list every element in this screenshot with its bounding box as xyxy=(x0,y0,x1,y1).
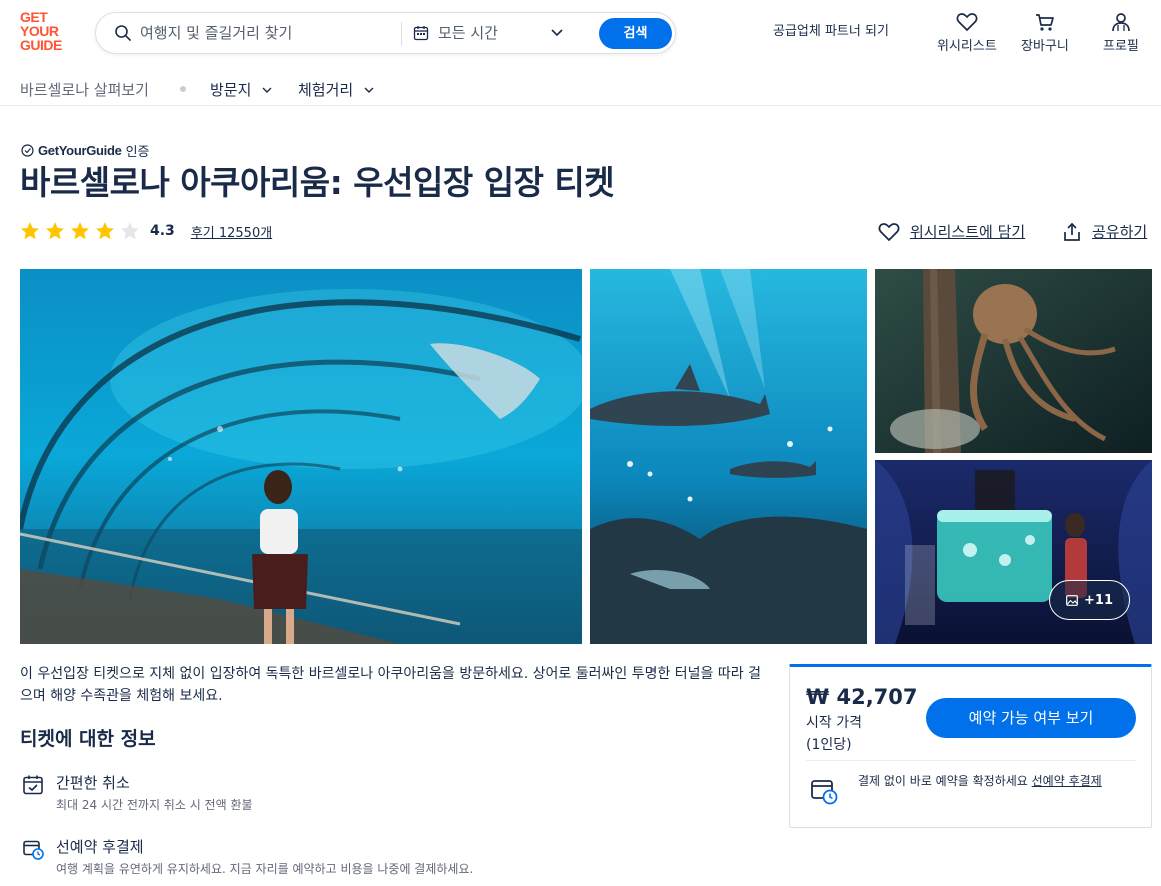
calendar-check-icon xyxy=(23,775,43,795)
rating-stars xyxy=(20,221,145,241)
logo-line-3: GUIDE xyxy=(20,37,62,53)
things-label: 체험거리 xyxy=(298,81,354,99)
ticket-info-heading: 티켓에 대한 정보 xyxy=(20,728,156,750)
star-empty-icon xyxy=(121,222,139,240)
share-icon xyxy=(1064,222,1080,241)
rating-value: 4.3 xyxy=(150,223,175,239)
photo-gallery xyxy=(20,269,1152,644)
chevron-down-icon[interactable] xyxy=(551,28,563,38)
pay-later-text: 결제 없이 바로 예약을 확정하세요 선예약 후결제 xyxy=(858,771,1138,791)
sub-navigation: 바르셀로나 살펴보기 방문지 체험거리 xyxy=(0,66,1161,106)
shark-photo[interactable] xyxy=(590,269,867,644)
explore-barcelona-link[interactable]: 바르셀로나 살펴보기 xyxy=(20,79,149,100)
search-divider xyxy=(401,22,402,46)
booking-card: ₩ 42,707 시작 가격 (1인당) 예약 가능 여부 보기 결제 없이 바… xyxy=(789,664,1152,828)
more-photos-count: +11 xyxy=(1084,592,1113,608)
rating-row: 4.3 후기 12550개 xyxy=(20,221,272,241)
feature-subtitle: 여행 계획을 유연하게 유지하세요. 지금 자리를 예약하고 비용을 나중에 결… xyxy=(56,862,474,876)
search-input[interactable]: 여행지 및 즐길거리 찾기 xyxy=(140,22,292,44)
feature-title: 선예약 후결제 xyxy=(56,838,144,856)
price-label-from: 시작 가격 xyxy=(806,715,862,731)
cart-label: 장바구니 xyxy=(1021,39,1069,54)
profile-label: 프로필 xyxy=(1103,39,1139,54)
star-filled-icon xyxy=(21,222,39,240)
logo-line-1: GET xyxy=(20,9,48,25)
page-title: 바르셀로나 아쿠아리움: 우선입장 입장 티켓 xyxy=(20,163,615,202)
chevron-down-icon xyxy=(364,87,374,93)
chevron-down-icon xyxy=(262,87,272,93)
octopus-photo[interactable] xyxy=(875,269,1152,453)
cart-nav[interactable]: 장바구니 xyxy=(1021,12,1069,54)
add-to-wishlist-button[interactable]: 위시리스트에 담기 xyxy=(878,221,1025,242)
pay-later-description: 결제 없이 바로 예약을 확정하세요 xyxy=(858,774,1032,788)
feature-subtitle: 최대 24 시간 전까지 취소 시 전액 환불 xyxy=(56,798,253,812)
feature-title: 간편한 취소 xyxy=(56,774,130,792)
certified-check-icon xyxy=(21,144,34,157)
price-label-per-person: (1인당) xyxy=(806,737,852,753)
profile-icon xyxy=(1112,13,1130,32)
search-icon xyxy=(115,25,131,41)
places-menu[interactable]: 방문지 xyxy=(210,79,272,100)
heart-icon xyxy=(956,13,978,32)
things-menu[interactable]: 체험거리 xyxy=(298,79,374,100)
certified-brand: GetYourGuide xyxy=(38,143,122,158)
more-photos-button[interactable]: +11 xyxy=(1049,580,1130,620)
star-filled-icon xyxy=(96,222,114,240)
check-availability-button[interactable]: 예약 가능 여부 보기 xyxy=(926,698,1136,738)
star-filled-icon xyxy=(46,222,64,240)
separator-dot xyxy=(180,86,186,92)
wishlist-label: 위시리스트 xyxy=(937,39,997,54)
cart-icon xyxy=(1035,14,1054,31)
places-label: 방문지 xyxy=(210,81,252,99)
share-button[interactable]: 공유하기 xyxy=(1062,221,1147,242)
calendar-clock-icon xyxy=(811,780,838,805)
image-icon xyxy=(1066,594,1078,606)
reviews-link[interactable]: 후기 12550개 xyxy=(191,222,272,241)
wishlist-nav[interactable]: 위시리스트 xyxy=(937,12,997,54)
pay-later-link[interactable]: 선예약 후결제 xyxy=(1032,774,1102,788)
profile-nav[interactable]: 프로필 xyxy=(1103,12,1139,54)
logo-line-2: YOUR xyxy=(20,23,59,39)
date-select[interactable]: 모든 시간 xyxy=(438,22,498,44)
price-label: 시작 가격 (1인당) xyxy=(806,712,862,756)
product-description: 이 우선입장 티켓으로 지체 없이 입장하여 독특한 바르셀로나 아쿠아리움을 … xyxy=(20,666,761,704)
certified-badge: GetYourGuide 인증 xyxy=(21,141,149,160)
price: ₩ 42,707 xyxy=(806,685,918,709)
star-filled-icon xyxy=(71,222,89,240)
calendar-clock-icon xyxy=(23,840,44,860)
partner-link[interactable]: 공급업체 파트너 되기 xyxy=(773,20,889,39)
certified-suffix: 인증 xyxy=(125,145,150,160)
search-bar: 여행지 및 즐길거리 찾기 모든 시간 검색 xyxy=(95,12,676,54)
header: GET YOUR GUIDE 여행지 및 즐길거리 찾기 모든 시간 검색 공급… xyxy=(0,0,1161,66)
search-button[interactable]: 검색 xyxy=(599,18,672,49)
heart-icon xyxy=(878,222,900,241)
share-action-label: 공유하기 xyxy=(1092,223,1148,241)
tunnel-photo[interactable] xyxy=(20,269,582,644)
getyourguide-logo[interactable]: GET YOUR GUIDE xyxy=(20,10,76,56)
card-divider xyxy=(806,760,1136,761)
calendar-icon xyxy=(413,26,429,41)
wishlist-action-label: 위시리스트에 담기 xyxy=(910,223,1026,241)
